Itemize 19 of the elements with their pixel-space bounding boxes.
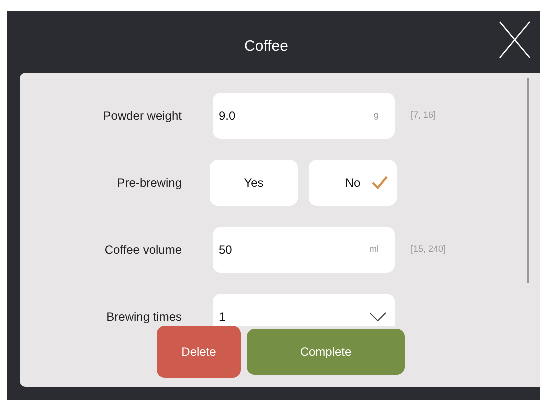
complete-button[interactable]: Complete: [247, 329, 405, 375]
input-field[interactable]: 9.0 g: [213, 93, 395, 139]
option-button[interactable]: Yes: [210, 160, 298, 206]
input-field[interactable]: 50 ml: [213, 227, 395, 273]
scrollbar[interactable]: [527, 78, 529, 283]
window-title: Coffee: [244, 36, 288, 57]
chevron-down-icon: [369, 312, 387, 322]
unit-label: g: [374, 109, 379, 122]
field-label: Coffee volume: [104, 242, 182, 259]
unit-label: ml: [370, 243, 379, 256]
delete-button[interactable]: Delete: [157, 326, 241, 378]
option-button[interactable]: No: [309, 160, 397, 206]
range-hint: [15, 240]: [411, 243, 446, 256]
field-label: Powder weight: [103, 108, 182, 125]
close-icon[interactable]: [499, 21, 531, 59]
range-hint: [7, 16]: [411, 109, 436, 122]
dropdown-field[interactable]: 1: [213, 294, 395, 326]
field-label: Brewing times: [106, 309, 182, 326]
field-label: Pre-brewing: [117, 175, 182, 192]
